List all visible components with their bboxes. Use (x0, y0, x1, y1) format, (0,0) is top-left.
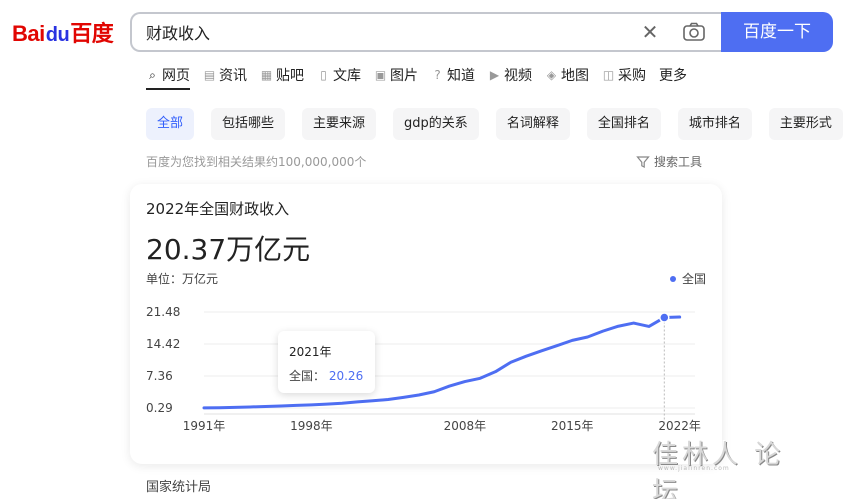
image-icon: ▣ (374, 67, 387, 82)
search-icon: ⌕ (149, 67, 156, 82)
logo-bai: Bai (12, 21, 45, 46)
chart-legend[interactable]: 全国 (669, 270, 706, 287)
search-input[interactable] (146, 14, 626, 50)
map-icon: ◈ (546, 67, 557, 82)
chart-tooltip: 2021年 全国： 20.26 (278, 331, 375, 393)
x-tick-label: 2008年 (444, 419, 487, 433)
tab-wenku[interactable]: ▯ 文库 (317, 64, 361, 86)
revenue-line-chart[interactable]: 0.29 7.36 14.42 21.48 1991年 1998年 2008年 2015年 20… (130, 294, 722, 464)
tab-label: 知道 (447, 68, 475, 84)
tab-purchase[interactable]: ◫ 采购 (602, 64, 646, 86)
tab-more[interactable]: 更多 (659, 64, 687, 86)
tooltip-series-label: 全国： (289, 369, 326, 383)
tab-label: 资讯 (219, 68, 247, 84)
highlight-point (659, 312, 670, 323)
tieba-icon: ▦ (260, 67, 273, 82)
watermark-sub: www.jialinren.com (658, 465, 730, 472)
logo-baidu: 百度 (70, 21, 114, 46)
news-icon: ▤ (203, 67, 216, 82)
y-tick-label: 7.36 (146, 369, 173, 383)
tab-news[interactable]: ▤ 资讯 (203, 64, 247, 86)
chip-definition[interactable]: 名词解释 (495, 108, 570, 140)
x-tick-label: 2022年 (658, 419, 701, 433)
series-line (202, 315, 682, 410)
tab-tieba[interactable]: ▦ 贴吧 (260, 64, 304, 86)
logo-text: Baidu百度 (12, 16, 114, 48)
search-button[interactable]: 百度一下 (721, 12, 833, 52)
search-tools[interactable]: 搜索工具 (636, 153, 702, 170)
tab-label: 图片 (390, 68, 418, 84)
related-chips: 全部 包括哪些 主要来源 gdp的关系 名词解释 全国排名 城市排名 主要形式 (146, 108, 855, 140)
tab-zhidao[interactable]: ? 知道 (431, 64, 475, 86)
video-icon: ▶ (489, 67, 500, 82)
y-tick-label: 21.48 (146, 305, 180, 319)
chip-all[interactable]: 全部 (146, 108, 195, 140)
logo-du: du (45, 24, 70, 46)
chip-gdp[interactable]: gdp的关系 (393, 108, 479, 140)
finance-card: 2022年全国财政收入 20.37万亿元 单位：万亿元 全国 0.29 7.36 1… (130, 184, 722, 464)
baidu-logo[interactable]: Baidu百度 (12, 14, 114, 50)
x-tick-label: 1991年 (183, 419, 226, 433)
result-count: 百度为您找到相关结果约100,000,000个 (146, 155, 367, 169)
x-tick-label: 2015年 (551, 419, 594, 433)
card-unit: 单位：万亿元 (146, 272, 219, 286)
card-big-value: 20.37万亿元 (146, 233, 311, 266)
tab-label: 网页 (162, 68, 190, 84)
tab-video[interactable]: ▶ 视频 (488, 64, 532, 86)
y-tick-label: 0.29 (146, 401, 173, 415)
search-tabs: ⌕ 网页 ▤ 资讯 ▦ 贴吧 ▯ 文库 ▣ 图片 ? 知道 ▶ 视频 ◈ 地图 ◫ 采购 更多 (146, 64, 700, 86)
filter-icon (636, 155, 650, 168)
legend-dot (669, 275, 676, 282)
tooltip-value: 20.26 (328, 369, 364, 383)
tooltip-year: 2021年 (289, 345, 332, 359)
tab-label: 更多 (659, 68, 687, 84)
tab-label: 视频 (504, 68, 532, 84)
chip-forms[interactable]: 主要形式 (768, 108, 843, 140)
watermark-logo: 佳林人 论坛 www.jialinren.com (652, 434, 812, 499)
chip-city-rank[interactable]: 城市排名 (677, 108, 752, 140)
cart-icon: ◫ (602, 67, 615, 82)
search-box: ✕ (130, 12, 722, 52)
tab-webpage[interactable]: ⌕ 网页 (146, 64, 190, 86)
question-icon: ? (434, 67, 441, 82)
page: Baidu百度 ✕ 百度一下 ⌕ 网页 ▤资讯 ▦贴吧 ▯ 文库 ▣图片 ? 知道 ▶… (0, 0, 855, 499)
tab-label: 贴吧 (276, 68, 304, 84)
active-tab-underline (146, 88, 190, 90)
chip-includes[interactable]: 包括哪些 (211, 108, 286, 140)
tab-map[interactable]: ◈ 地图 (545, 64, 589, 86)
clear-icon[interactable]: ✕ (640, 22, 660, 42)
search-tools-label: 搜索工具 (654, 155, 703, 169)
camera-icon[interactable] (682, 21, 706, 43)
card-title[interactable]: 2022年全国财政收入 (146, 198, 289, 219)
x-tick-label: 1998年 (290, 419, 333, 433)
y-tick-label: 14.42 (146, 337, 180, 351)
tab-label: 地图 (561, 68, 589, 84)
chip-sources[interactable]: 主要来源 (302, 108, 377, 140)
chip-national-rank[interactable]: 全国排名 (586, 108, 661, 140)
tab-images[interactable]: ▣ 图片 (374, 64, 418, 86)
doc-icon: ▯ (320, 67, 327, 82)
data-source[interactable]: 国家统计局 (146, 476, 211, 495)
legend-label: 全国 (681, 272, 706, 286)
tab-label: 采购 (618, 68, 646, 84)
tooltip-series: 全国： 20.26 (289, 367, 363, 384)
tab-label: 文库 (333, 68, 361, 84)
